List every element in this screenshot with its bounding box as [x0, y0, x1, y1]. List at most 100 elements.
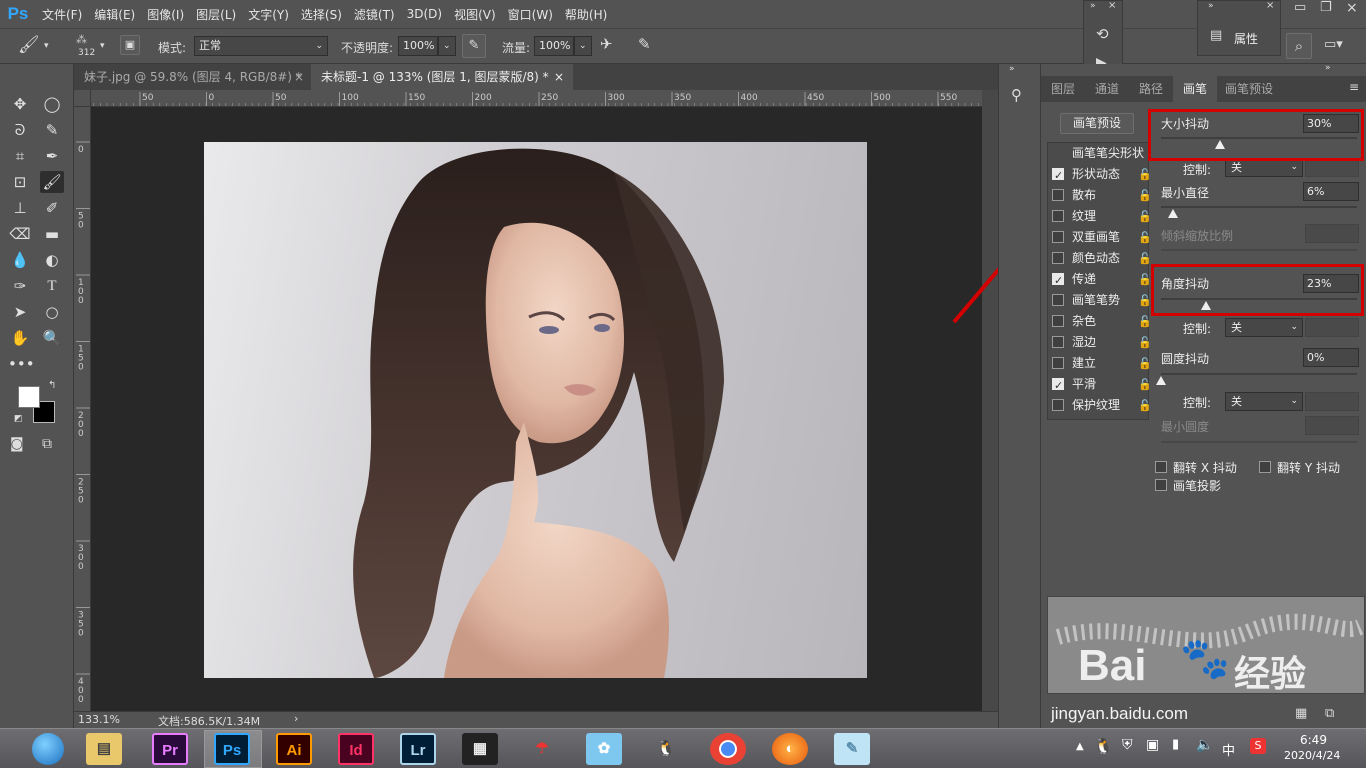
airbrush-icon[interactable]: ✈: [600, 35, 613, 53]
zoom-tool-icon[interactable]: 🔍: [40, 327, 64, 349]
crop-tool-icon[interactable]: ⌗: [8, 145, 32, 167]
screen-mode-icon[interactable]: ⧉: [42, 436, 52, 452]
lock-icon[interactable]: 🔓: [1138, 248, 1152, 269]
chat-bird-icon[interactable]: ✿: [586, 733, 622, 765]
collapse-icon[interactable]: »: [1009, 64, 1015, 74]
history-icon[interactable]: ⟲: [1096, 25, 1109, 43]
brush-option-row[interactable]: 杂色 🔓: [1048, 311, 1152, 332]
close-icon[interactable]: ×: [1108, 0, 1116, 11]
lock-icon[interactable]: 🔓: [1138, 353, 1152, 374]
brush-option-row[interactable]: 颜色动态 🔓: [1048, 248, 1152, 269]
brush-option-row[interactable]: 传递 🔓: [1048, 269, 1152, 291]
dodge-tool-icon[interactable]: ◐: [40, 249, 64, 271]
chrome-icon[interactable]: [710, 733, 746, 765]
ruler-origin[interactable]: [74, 90, 91, 107]
expand-icon[interactable]: »: [1090, 1, 1096, 11]
checkbox[interactable]: [1052, 399, 1064, 411]
photoshop-icon[interactable]: Ps: [214, 733, 250, 765]
foreground-color-swatch[interactable]: [18, 386, 40, 408]
start-button[interactable]: [20, 731, 72, 767]
lock-icon[interactable]: 🔓: [1138, 332, 1152, 353]
new-brush-icon[interactable]: ▦: [1295, 706, 1307, 721]
default-colors-icon[interactable]: ◩: [14, 414, 23, 424]
chevron-down-icon[interactable]: ▾: [44, 41, 49, 51]
checkbox[interactable]: [1052, 294, 1064, 306]
brush-option-row[interactable]: 建立 🔓: [1048, 353, 1152, 374]
pen-tool-icon[interactable]: ✑: [8, 275, 32, 297]
tab-brush-presets[interactable]: 画笔预设: [1217, 76, 1281, 102]
menu-window[interactable]: 窗口(W): [502, 6, 559, 23]
close-icon[interactable]: ×: [554, 64, 564, 90]
lock-icon[interactable]: 🔓: [1138, 185, 1152, 206]
stamp-tool-icon[interactable]: ⊥: [8, 197, 32, 219]
brush-option-row[interactable]: 湿边 🔓: [1048, 332, 1152, 353]
brush-tip-shape[interactable]: 画笔笔尖形状: [1048, 143, 1148, 164]
eyedropper-tool-icon[interactable]: ✒: [40, 145, 64, 167]
illustrator-icon[interactable]: Ai: [276, 733, 312, 765]
file-explorer-icon[interactable]: ▤: [86, 733, 122, 765]
tray-qq-icon[interactable]: 🐧: [1094, 737, 1113, 755]
close-icon[interactable]: ×: [1266, 0, 1274, 11]
collapse-icon[interactable]: »: [1325, 63, 1331, 73]
search-icon[interactable]: ⌕: [1286, 33, 1312, 59]
tray-device-icon[interactable]: ▣: [1146, 737, 1159, 753]
opacity-dropdown[interactable]: ⌄: [438, 36, 456, 56]
premiere-icon[interactable]: Pr: [152, 733, 188, 765]
brush-option-row[interactable]: 保护纹理 🔓: [1048, 395, 1152, 416]
opacity-input[interactable]: 100%: [398, 36, 438, 56]
min-diameter-slider-thumb[interactable]: [1167, 209, 1178, 218]
brush-preset-picker[interactable]: ⁂ 312 ▾: [70, 33, 105, 61]
quick-select-tool-icon[interactable]: ✎: [40, 119, 64, 141]
path-select-tool-icon[interactable]: ➤: [8, 301, 32, 323]
qq-icon[interactable]: 🐧: [648, 733, 684, 765]
media-player-icon[interactable]: ◐: [772, 733, 808, 765]
minimize-icon[interactable]: ▭: [1294, 0, 1306, 15]
lightroom-icon[interactable]: Lr: [400, 733, 436, 765]
brush-presets-button[interactable]: 画笔预设: [1060, 113, 1134, 134]
mode-select[interactable]: 正常 ⌄: [194, 36, 328, 56]
ime-indicator[interactable]: 中: [1222, 740, 1235, 759]
menu-image[interactable]: 图像(I): [141, 6, 190, 23]
min-diameter-track[interactable]: [1161, 206, 1357, 208]
flip-y-jitter-checkbox[interactable]: 翻转 Y 抖动: [1259, 459, 1359, 477]
menu-view[interactable]: 视图(V): [448, 6, 502, 23]
menu-select[interactable]: 选择(S): [295, 6, 348, 23]
checkbox[interactable]: [1052, 210, 1064, 222]
tray-shield-icon[interactable]: ⛨: [1122, 737, 1133, 753]
pressure-size-icon[interactable]: ✎: [638, 35, 651, 53]
tab-paths[interactable]: 路径: [1129, 76, 1173, 102]
video-editor-icon[interactable]: ▦: [462, 733, 498, 765]
lock-icon[interactable]: 🔓: [1138, 227, 1152, 248]
tab-meizi-jpg[interactable]: 妹子.jpg @ 59.8% (图层 4, RGB/8#) * ×: [74, 64, 310, 90]
network-icon[interactable]: ▮: [1172, 737, 1179, 752]
flow-input[interactable]: 100%: [534, 36, 574, 56]
close-icon[interactable]: ×: [294, 64, 304, 90]
min-diameter-input[interactable]: 6%: [1303, 182, 1359, 201]
quick-mask-icon[interactable]: ◙: [10, 436, 24, 452]
brush-option-row[interactable]: 纹理 🔓: [1048, 206, 1152, 227]
tab-brush[interactable]: 画笔: [1173, 76, 1217, 102]
create-preset-icon[interactable]: ⧉: [1325, 706, 1334, 721]
checkbox[interactable]: [1052, 270, 1064, 291]
clock-time[interactable]: 6:49: [1300, 733, 1327, 747]
flip-x-jitter-checkbox[interactable]: 翻转 X 抖动: [1155, 459, 1255, 477]
volume-icon[interactable]: 🔈: [1196, 737, 1213, 753]
brush-option-row[interactable]: 散布 🔓: [1048, 185, 1152, 206]
umbrella-app-icon[interactable]: ☂: [524, 733, 560, 765]
status-menu-arrow[interactable]: ›: [294, 712, 298, 725]
pressure-opacity-icon[interactable]: ✎: [462, 34, 486, 58]
brush-option-row[interactable]: 形状动态 🔓: [1048, 164, 1152, 186]
roundness-jitter-input[interactable]: 0%: [1303, 348, 1359, 367]
properties-icon[interactable]: ▤: [1210, 28, 1222, 43]
eraser-tool-icon[interactable]: ⌫: [8, 223, 32, 245]
menu-file[interactable]: 文件(F): [36, 6, 88, 23]
checkbox[interactable]: [1052, 165, 1064, 186]
restore-icon[interactable]: ❐: [1320, 0, 1332, 15]
document-image[interactable]: [204, 142, 867, 678]
checkbox[interactable]: [1052, 336, 1064, 348]
checkbox[interactable]: [1052, 357, 1064, 369]
marquee-tool-icon[interactable]: ◯: [40, 93, 64, 115]
lock-icon[interactable]: 🔓: [1138, 290, 1152, 311]
brush-option-row[interactable]: 画笔笔势 🔓: [1048, 290, 1152, 311]
indesign-icon[interactable]: Id: [338, 733, 374, 765]
